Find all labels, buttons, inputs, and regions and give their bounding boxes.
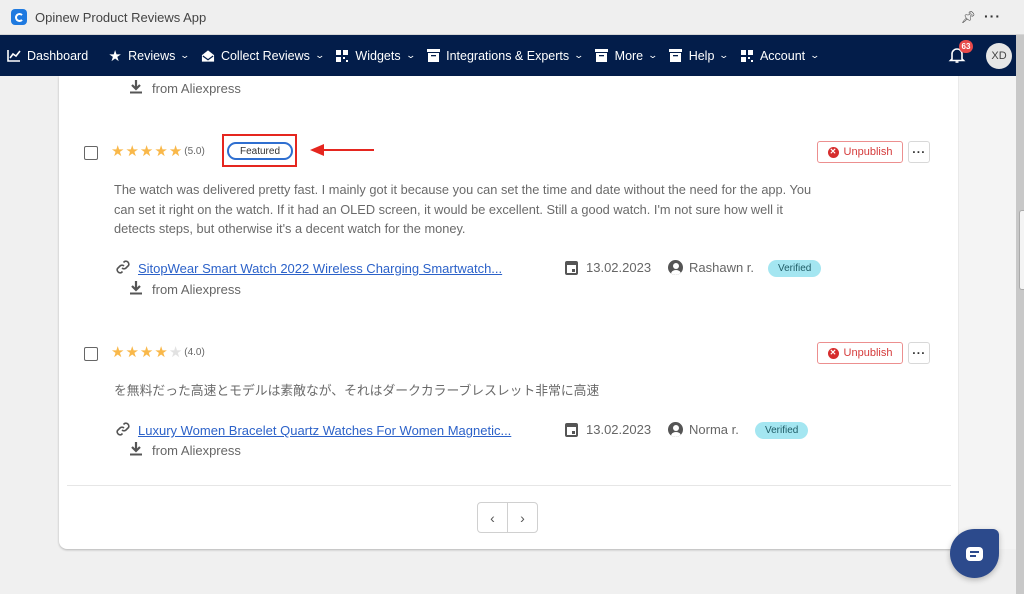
annotation-arrow-icon [310, 144, 374, 156]
nav-integrations-experts[interactable]: Integrations & Experts ⌄ [426, 48, 585, 63]
nav-dashboard[interactable]: Dashboard [7, 49, 88, 63]
list-divider [67, 485, 951, 486]
chevron-down-icon: ⌄ [314, 50, 325, 60]
review-body-text: を無料だった高速とモデルは素敵なが、それはダークカラーブレスレット非常に高速 [114, 383, 600, 398]
chevron-down-icon: ⌄ [809, 50, 821, 60]
review-source: from Aliexpress [130, 281, 241, 298]
chevron-down-icon: ⌄ [179, 50, 191, 60]
review-author: Norma r. [668, 422, 739, 437]
nav-widgets[interactable]: Widgets ⌄ [335, 48, 416, 63]
star-rating: ★ ★ ★ ★ ★ (4.0) [111, 345, 205, 360]
chevron-down-icon: ⌄ [718, 50, 730, 60]
verified-badge: Verified [768, 260, 822, 277]
rating-value: (4.0) [184, 347, 205, 358]
nav-collect-reviews-label: Collect Reviews [220, 48, 310, 63]
product-link-row: Luxury Women Bracelet Quartz Watches For… [116, 422, 511, 439]
user-icon [668, 422, 683, 437]
archive-box-icon [669, 49, 683, 63]
review-date: 13.02.2023 [565, 422, 651, 437]
main-navbar: Dashboard ★ Reviews ⌄ Collect Reviews ⌄ … [0, 35, 1016, 76]
download-icon [130, 80, 144, 97]
product-link[interactable]: SitopWear Smart Watch 2022 Wireless Char… [138, 261, 502, 276]
notification-count-badge: 63 [959, 40, 973, 53]
chat-bubble-icon [966, 546, 983, 561]
review-actions-menu-button[interactable]: ··· [908, 141, 930, 163]
star-filled-icon: ★ [125, 143, 139, 160]
review-select-checkbox[interactable] [84, 347, 98, 361]
side-pane [958, 76, 1016, 549]
nav-more[interactable]: More ⌄ [595, 48, 659, 63]
link-icon [116, 260, 132, 277]
chevron-down-icon: ⌄ [405, 50, 416, 60]
previous-page-button[interactable]: ‹ [478, 503, 508, 532]
star-filled-icon: ★ [154, 143, 168, 160]
chevron-down-icon: ⌄ [573, 50, 585, 60]
window-edge [1016, 35, 1024, 594]
featured-badge[interactable]: Featured [227, 142, 293, 160]
nav-collect-reviews[interactable]: Collect Reviews ⌄ [201, 48, 325, 63]
envelope-open-icon [201, 49, 215, 63]
review-source: from Aliexpress [130, 80, 241, 97]
unpublish-button[interactable]: ✕ Unpublish [817, 342, 903, 364]
chart-line-icon [7, 49, 21, 63]
review-source: from Aliexpress [130, 442, 241, 459]
user-icon [668, 260, 683, 275]
nav-account[interactable]: Account ⌄ [740, 48, 821, 63]
pin-icon[interactable]: 📌︎ [961, 10, 976, 24]
star-filled-icon: ★ [139, 344, 154, 361]
calendar-icon [565, 422, 578, 437]
review-actions-menu-button[interactable]: ··· [908, 342, 930, 364]
scrollbar-thumb[interactable] [1019, 210, 1024, 290]
nav-widgets-label: Widgets [355, 48, 401, 63]
app-logo-icon [11, 9, 27, 25]
calendar-icon [565, 260, 578, 275]
verified-badge: Verified [755, 422, 809, 439]
nav-more-label: More [614, 48, 644, 63]
nav-reviews[interactable]: ★ Reviews ⌄ [108, 47, 191, 65]
nav-help-label: Help [688, 48, 715, 63]
review-author: Rashawn r. [668, 260, 754, 275]
pagination: ‹ › [477, 502, 538, 533]
product-link-row: SitopWear Smart Watch 2022 Wireless Char… [116, 260, 502, 277]
link-icon [116, 422, 132, 439]
star-empty-icon: ★ [168, 344, 183, 361]
nav-account-label: Account [759, 48, 806, 63]
star-filled-icon: ★ [125, 344, 139, 361]
star-filled-icon: ★ [168, 143, 183, 160]
nav-help[interactable]: Help ⌄ [669, 48, 730, 63]
download-icon [130, 442, 144, 459]
more-options-icon[interactable]: ··· [984, 8, 1001, 24]
close-circle-icon: ✕ [827, 146, 839, 158]
grid-icon [335, 49, 349, 63]
window-titlebar: Opinew Product Reviews App 📌︎ ··· [0, 0, 1024, 35]
star-filled-icon: ★ [154, 344, 168, 361]
star-filled-icon: ★ [139, 143, 154, 160]
review-body-text: The watch was delivered pretty fast. I m… [114, 182, 812, 236]
chat-support-button[interactable] [950, 529, 999, 578]
star-rating: ★ ★ ★ ★ ★ (5.0) [111, 144, 205, 159]
review-date: 13.02.2023 [565, 260, 651, 275]
star-icon: ★ [108, 47, 122, 65]
download-icon [130, 281, 144, 298]
star-filled-icon: ★ [111, 344, 125, 361]
nav-reviews-label: Reviews [128, 48, 176, 63]
unpublish-button[interactable]: ✕ Unpublish [817, 141, 903, 163]
close-circle-icon: ✕ [827, 347, 839, 359]
review-select-checkbox[interactable] [84, 146, 98, 160]
archive-box-icon [426, 49, 440, 63]
archive-box-icon [595, 49, 609, 63]
rating-value: (5.0) [184, 146, 205, 157]
star-filled-icon: ★ [111, 143, 125, 160]
next-page-button[interactable]: › [508, 503, 537, 532]
user-avatar[interactable]: XD [986, 43, 1012, 69]
product-link[interactable]: Luxury Women Bracelet Quartz Watches For… [138, 423, 511, 438]
chevron-down-icon: ⌄ [647, 50, 659, 60]
nav-dashboard-label: Dashboard [27, 48, 89, 63]
grid-icon [740, 49, 754, 63]
nav-integrations-label: Integrations & Experts [446, 48, 570, 63]
window-title: Opinew Product Reviews App [35, 9, 207, 25]
